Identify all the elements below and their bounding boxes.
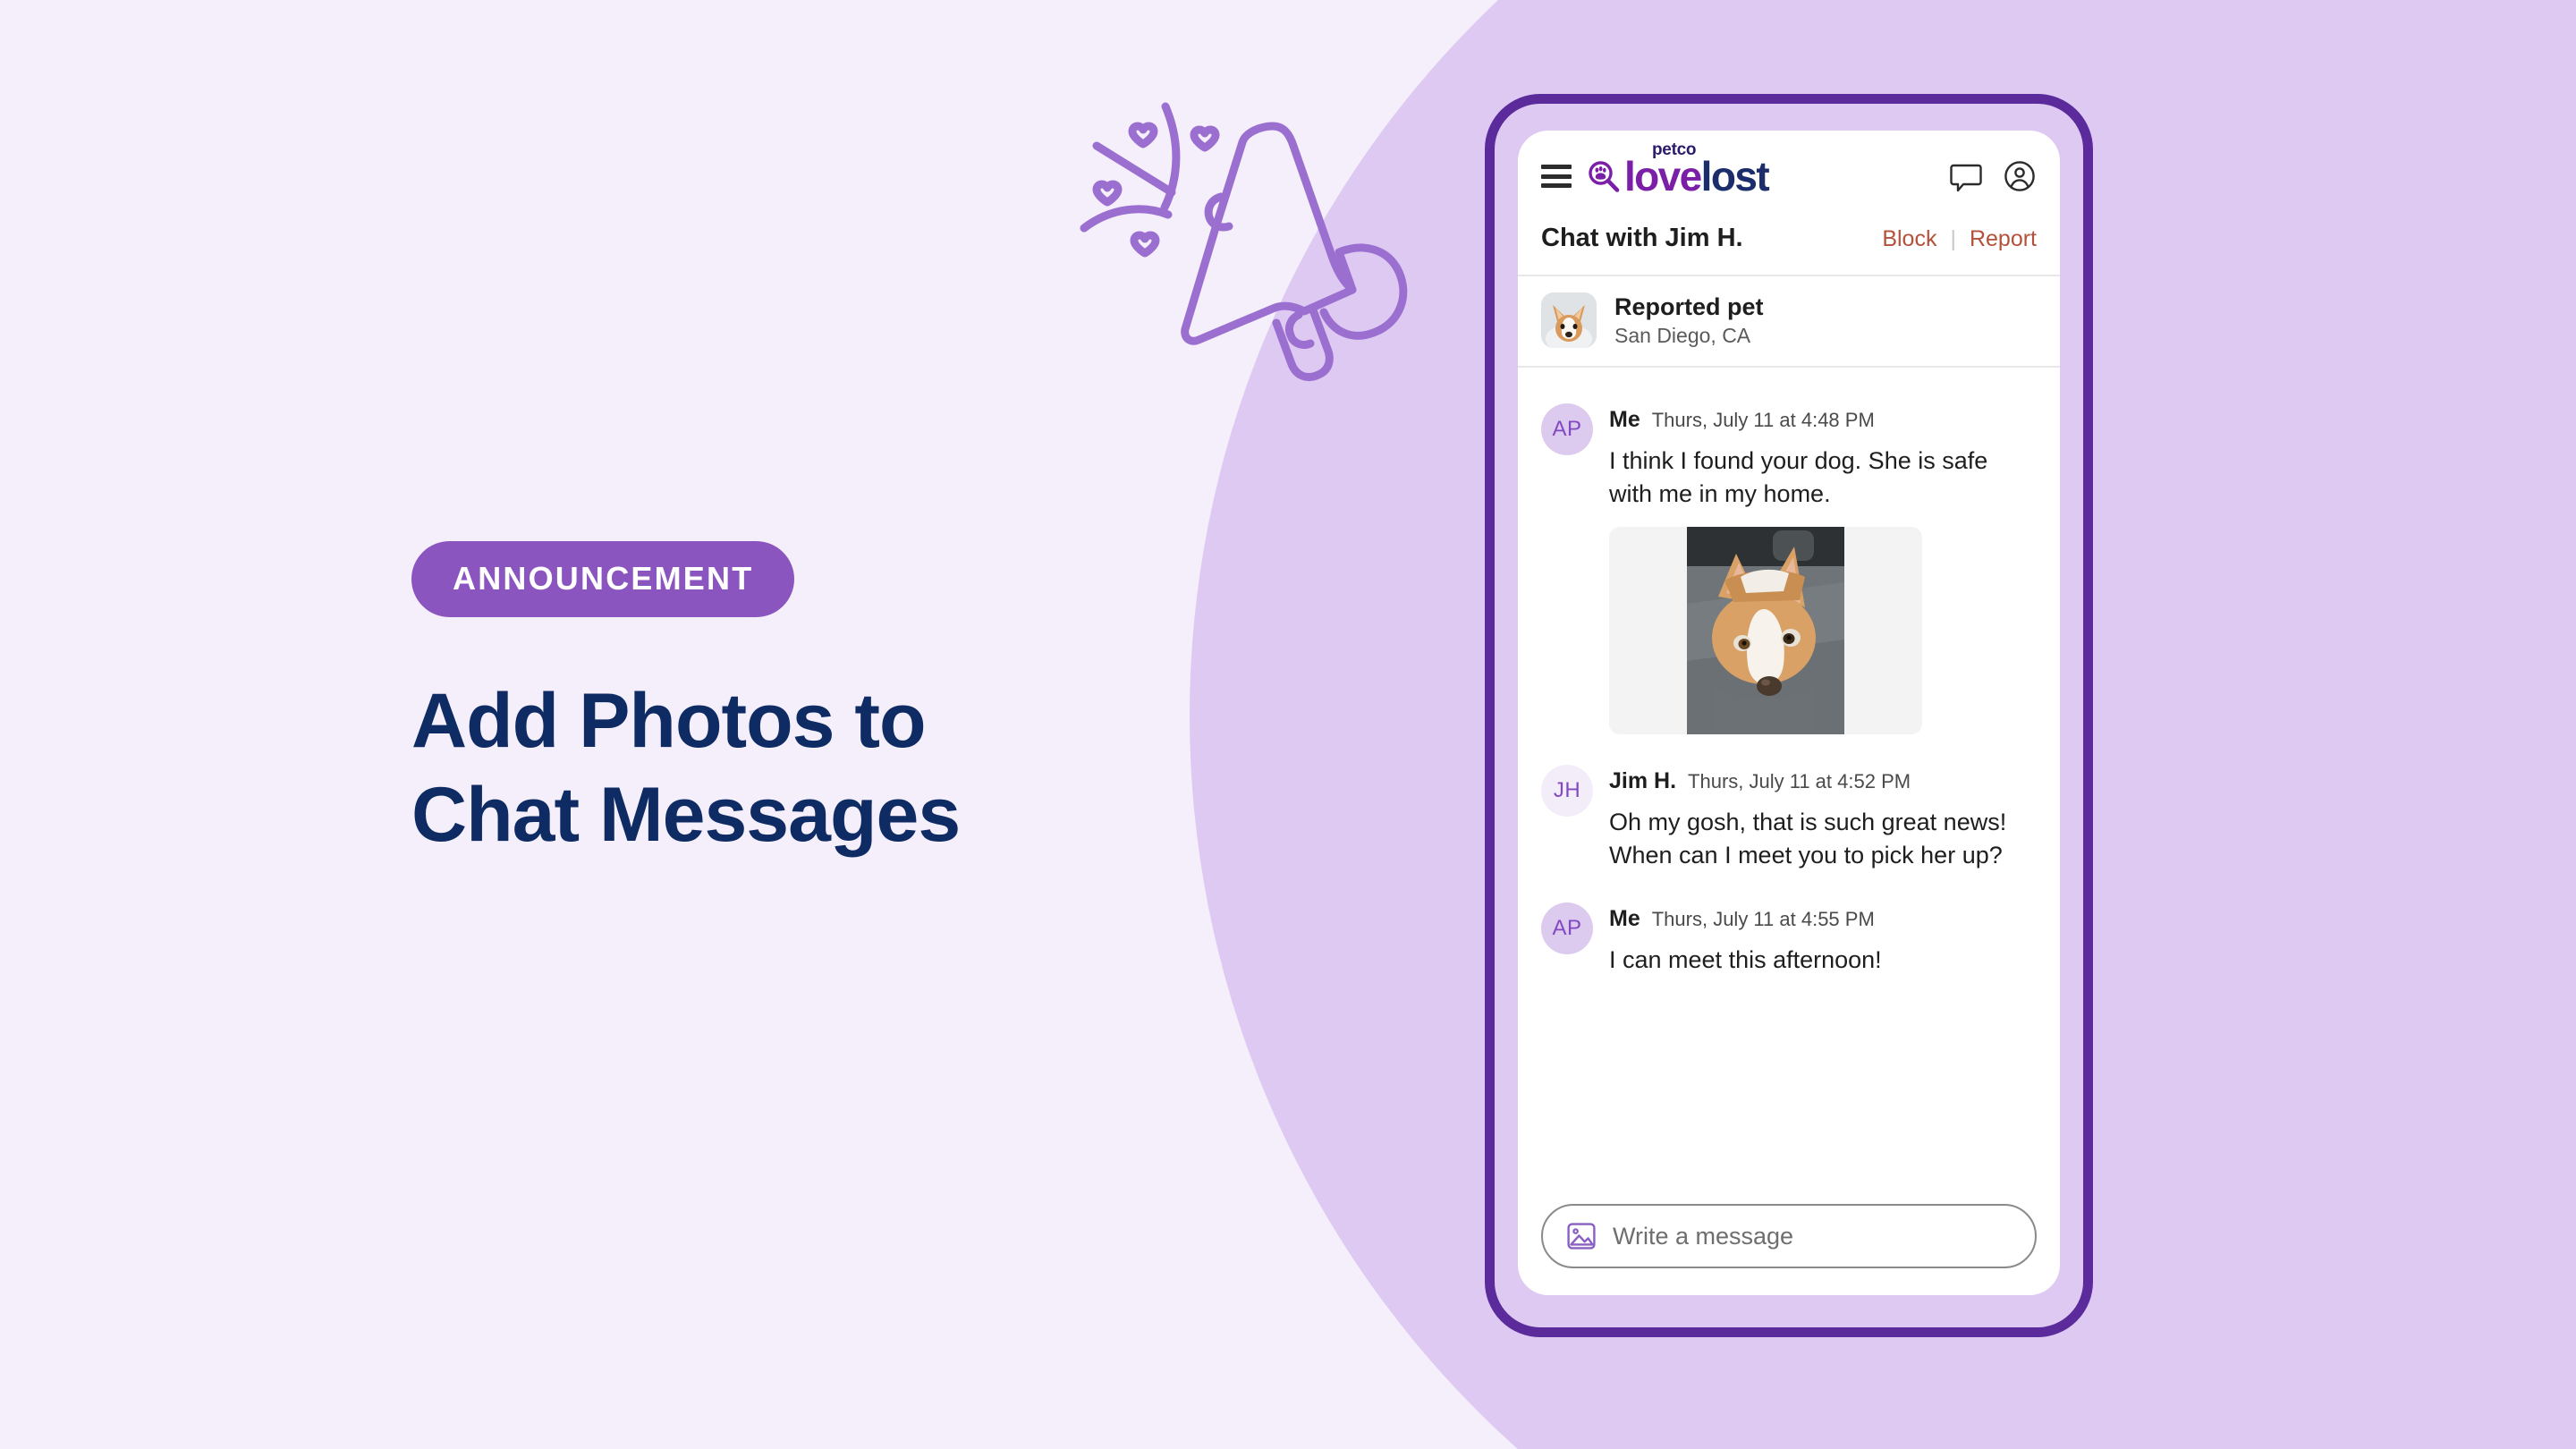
message-list[interactable]: AP Me Thurs, July 11 at 4:48 PM I think … — [1518, 368, 2060, 1188]
promo-copy: ANNOUNCEMENT Add Photos to Chat Messages — [411, 541, 1216, 862]
message-timestamp: Thurs, July 11 at 4:52 PM — [1688, 769, 1911, 792]
report-button[interactable]: Report — [1970, 226, 2037, 252]
message-author: Me — [1609, 906, 1640, 931]
message-author: Jim H. — [1609, 767, 1677, 793]
headline-line-1: Add Photos to — [411, 678, 927, 764]
message-body: Me Thurs, July 11 at 4:48 PM I think I f… — [1609, 403, 2037, 734]
logo-wordmark: petco lovelost — [1624, 141, 1770, 199]
announcement-badge: ANNOUNCEMENT — [411, 541, 795, 617]
reported-pet-location: San Diego, CA — [1614, 323, 1751, 347]
reported-pet-title: Reported pet — [1614, 292, 1764, 320]
announcement-graphic: ANNOUNCEMENT Add Photos to Chat Messages — [0, 0, 2576, 1449]
app-header: petco lovelost — [1518, 131, 2060, 216]
header-icon-group — [1949, 159, 2037, 193]
image-attachment-icon[interactable] — [1566, 1221, 1597, 1251]
message-meta: Me Thurs, July 11 at 4:55 PM — [1609, 906, 2037, 932]
chat-title: Chat with Jim H. — [1541, 224, 1743, 252]
message-input[interactable]: Write a message — [1541, 1204, 2037, 1268]
avatar: AP — [1541, 403, 1593, 455]
message-text: Oh my gosh, that is such great news! Whe… — [1609, 808, 2007, 869]
message-text: I can meet this afternoon! — [1609, 946, 1882, 973]
reported-pet-info: Reported pet San Diego, CA — [1614, 293, 1764, 348]
message-composer: Write a message — [1518, 1188, 2060, 1295]
message-item: JH Jim H. Thurs, July 11 at 4:52 PM Oh m… — [1541, 764, 2037, 873]
message-timestamp: Thurs, July 11 at 4:55 PM — [1651, 908, 1875, 930]
account-circle-icon[interactable] — [2003, 159, 2037, 193]
petco-love-lost-logo[interactable]: petco lovelost — [1586, 141, 1949, 199]
headline-line-2: Chat Messages — [411, 771, 961, 858]
message-input-placeholder: Write a message — [1613, 1222, 1794, 1250]
message-body: Jim H. Thurs, July 11 at 4:52 PM Oh my g… — [1609, 765, 2037, 873]
block-button[interactable]: Block — [1882, 226, 1936, 252]
message-timestamp: Thurs, July 11 at 4:48 PM — [1651, 409, 1875, 431]
chat-header: Chat with Jim H. Block | Report — [1518, 216, 2060, 276]
message-text: I think I found your dog. She is safe wi… — [1609, 447, 1988, 508]
message-meta: Jim H. Thurs, July 11 at 4:52 PM — [1609, 768, 2037, 794]
avatar: AP — [1541, 902, 1593, 954]
hamburger-menu-icon[interactable] — [1541, 165, 1572, 188]
chat-actions: Block | Report — [1882, 226, 2037, 252]
logo-petco-text: petco — [1652, 140, 1697, 159]
megaphone-icon — [1080, 102, 1408, 381]
phone-screen: petco lovelost Chat with Jim H. Block | … — [1518, 131, 2060, 1295]
message-item: AP Me Thurs, July 11 at 4:48 PM I think … — [1541, 403, 2037, 734]
chat-bubble-icon[interactable] — [1949, 159, 1983, 193]
message-body: Me Thurs, July 11 at 4:55 PM I can meet … — [1609, 902, 2037, 977]
page-title: Add Photos to Chat Messages — [411, 674, 1216, 862]
action-separator: | — [1950, 226, 1956, 251]
logo-love-text: love — [1624, 153, 1702, 199]
avatar: JH — [1541, 764, 1593, 817]
message-photo-card[interactable] — [1609, 526, 1922, 734]
message-item: AP Me Thurs, July 11 at 4:55 PM I can me… — [1541, 902, 2037, 977]
reported-pet-row[interactable]: Reported pet San Diego, CA — [1518, 276, 2060, 368]
phone-mockup: petco lovelost Chat with Jim H. Block | … — [1485, 94, 2093, 1337]
logo-lost-text: lost — [1700, 153, 1770, 199]
magnifier-paw-icon — [1589, 161, 1620, 192]
corgi-resting-on-couch-photo — [1687, 526, 1844, 734]
message-author: Me — [1609, 407, 1640, 432]
corgi-face-thumbnail — [1541, 292, 1597, 348]
message-meta: Me Thurs, July 11 at 4:48 PM — [1609, 407, 2037, 433]
